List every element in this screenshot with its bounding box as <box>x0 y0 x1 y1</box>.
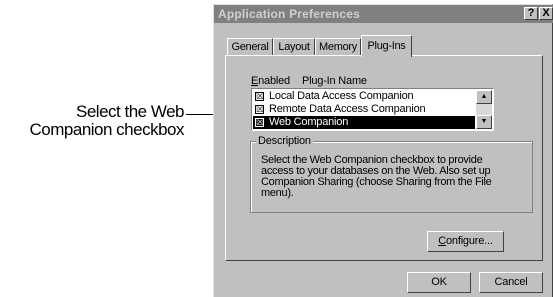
plug-in-name: Web Companion <box>269 116 349 128</box>
ok-button[interactable]: OK <box>407 272 471 293</box>
callout-line-2: Companion checkbox <box>29 120 185 139</box>
enabled-header-rest: nabled <box>258 75 290 87</box>
help-button[interactable]: ? <box>524 7 538 20</box>
scroll-down-arrow-icon[interactable]: ▼ <box>476 115 492 129</box>
description-text: Select the Web Companion checkbox to pro… <box>261 154 492 199</box>
list-item-selected[interactable]: ☒ Web Companion <box>253 116 475 129</box>
description-label: Description <box>256 135 313 147</box>
tab-general[interactable]: General <box>227 38 273 56</box>
scroll-up-arrow-icon[interactable]: ▲ <box>476 90 492 104</box>
tab-layout[interactable]: Layout <box>273 38 315 56</box>
title-bar[interactable]: Application Preferences ? X <box>214 5 553 23</box>
enabled-checkbox-local-data-access[interactable]: ☒ <box>255 92 264 101</box>
enabled-checkbox-web-companion[interactable]: ☒ <box>255 118 264 127</box>
plug-in-name-column-header: Plug-In Name <box>302 75 367 87</box>
enabled-checkbox-remote-data-access[interactable]: ☒ <box>255 105 264 114</box>
close-button[interactable]: X <box>539 7 553 20</box>
list-scrollbar[interactable]: ▲ ▼ <box>476 90 492 129</box>
cancel-button[interactable]: Cancel <box>479 272 543 293</box>
preferences-dialog: Application Preferences ? X General Layo… <box>213 4 553 297</box>
configure-label-rest: onfigure... <box>446 235 493 247</box>
plug-in-name: Local Data Access Companion <box>269 90 414 102</box>
configure-button[interactable]: Configure... <box>427 231 504 252</box>
tab-memory[interactable]: Memory <box>315 38 361 56</box>
window-title: Application Preferences <box>218 7 360 21</box>
tab-plug-ins[interactable]: Plug-Ins <box>361 35 412 57</box>
enabled-column-header: Enabled <box>251 75 290 87</box>
callout-line-1: Select the Web <box>76 102 184 121</box>
plug-in-name: Remote Data Access Companion <box>269 103 426 115</box>
list-item[interactable]: ☒ Remote Data Access Companion <box>253 103 475 116</box>
callout-text: Select the Web Companion checkbox <box>0 102 185 139</box>
configure-accesskey: C <box>438 235 446 247</box>
plug-in-list[interactable]: ☒ Local Data Access Companion ☒ Remote D… <box>251 88 494 131</box>
list-item[interactable]: ☒ Local Data Access Companion <box>253 90 475 103</box>
